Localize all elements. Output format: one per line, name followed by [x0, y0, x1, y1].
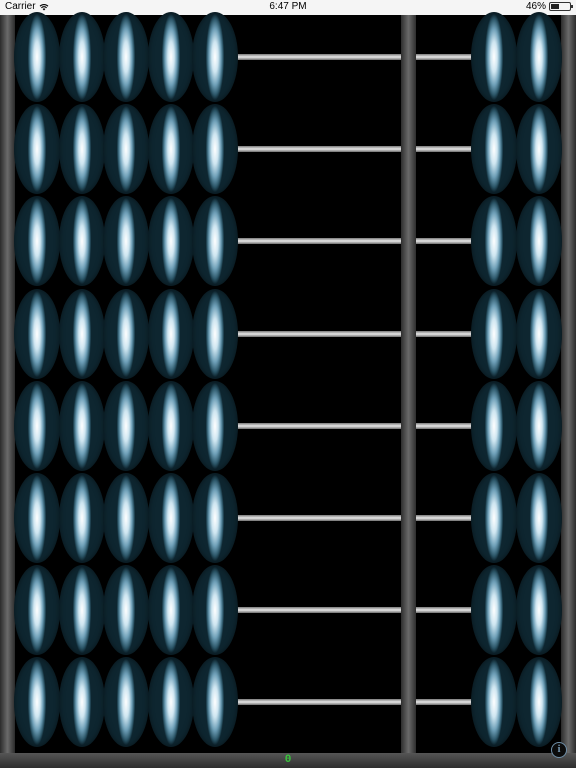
abacus-bead-upper[interactable] — [14, 104, 60, 195]
frame-left-rail — [0, 15, 15, 753]
abacus-bead-upper[interactable] — [147, 288, 194, 379]
battery-fill — [551, 4, 560, 9]
abacus-bead-upper[interactable] — [147, 380, 194, 471]
abacus-bead-lower[interactable] — [515, 380, 562, 471]
abacus-bead-lower[interactable] — [471, 473, 517, 563]
abacus-bead-upper[interactable] — [103, 104, 150, 195]
abacus-divider-bar — [401, 15, 416, 753]
abacus-bead-lower[interactable] — [471, 288, 517, 379]
abacus-bead-lower[interactable] — [471, 196, 517, 287]
abacus-bead-upper[interactable] — [14, 657, 60, 748]
abacus-bead-upper[interactable] — [147, 12, 194, 102]
abacus-bead-upper[interactable] — [58, 473, 105, 563]
abacus-bead-upper[interactable] — [58, 380, 105, 471]
abacus-bead-lower[interactable] — [471, 104, 517, 195]
abacus-bead-upper[interactable] — [58, 196, 105, 287]
frame-right-rail — [561, 15, 576, 753]
clock: 6:47 PM — [269, 1, 307, 12]
abacus-bead-upper[interactable] — [103, 12, 150, 102]
abacus-bead-lower[interactable] — [515, 288, 562, 379]
info-button[interactable]: i — [551, 742, 567, 758]
abacus-bead-lower[interactable] — [471, 12, 517, 102]
battery-group: 46% — [525, 1, 573, 12]
abacus-bead-upper[interactable] — [103, 288, 150, 379]
abacus-bead-upper[interactable] — [58, 657, 105, 748]
abacus-bead-upper[interactable] — [14, 565, 60, 656]
abacus-bead-upper[interactable] — [14, 473, 60, 563]
abacus-bead-lower[interactable] — [515, 104, 562, 195]
abacus-bead-upper[interactable] — [14, 288, 60, 379]
abacus-bead-lower[interactable] — [471, 657, 517, 748]
abacus-bead-upper[interactable] — [147, 196, 194, 287]
abacus-bead-upper[interactable] — [58, 288, 105, 379]
abacus-bead-lower[interactable] — [471, 565, 517, 656]
abacus-bead-lower[interactable] — [471, 380, 517, 471]
abacus-bead-lower[interactable] — [515, 12, 562, 102]
battery-icon — [549, 2, 573, 11]
total-value: 0 — [284, 754, 292, 766]
abacus-bead-upper[interactable] — [147, 473, 194, 563]
bottom-bar: 0 — [0, 753, 576, 768]
abacus-bead-lower[interactable] — [515, 657, 562, 748]
battery-percent: 46% — [525, 1, 546, 12]
abacus-bead-upper[interactable] — [14, 380, 60, 471]
abacus-bead-upper[interactable] — [58, 104, 105, 195]
abacus-bead-upper[interactable] — [58, 565, 105, 656]
abacus-bead-upper[interactable] — [147, 657, 194, 748]
abacus-bead-upper[interactable] — [14, 196, 60, 287]
abacus-bead-upper[interactable] — [147, 565, 194, 656]
abacus-bead-upper[interactable] — [192, 380, 239, 471]
abacus-bead-upper[interactable] — [147, 104, 194, 195]
abacus-bead-lower[interactable] — [515, 473, 562, 563]
abacus-bead-upper[interactable] — [58, 12, 105, 102]
abacus-bead-upper[interactable] — [103, 380, 150, 471]
abacus-bead-lower[interactable] — [515, 565, 562, 656]
abacus-bead-upper[interactable] — [14, 12, 60, 102]
abacus-bead-upper[interactable] — [103, 565, 150, 656]
abacus-bead-upper[interactable] — [192, 288, 239, 379]
abacus-frame — [0, 12, 576, 753]
abacus-bead-upper[interactable] — [103, 473, 150, 563]
abacus-bead-lower[interactable] — [515, 196, 562, 287]
